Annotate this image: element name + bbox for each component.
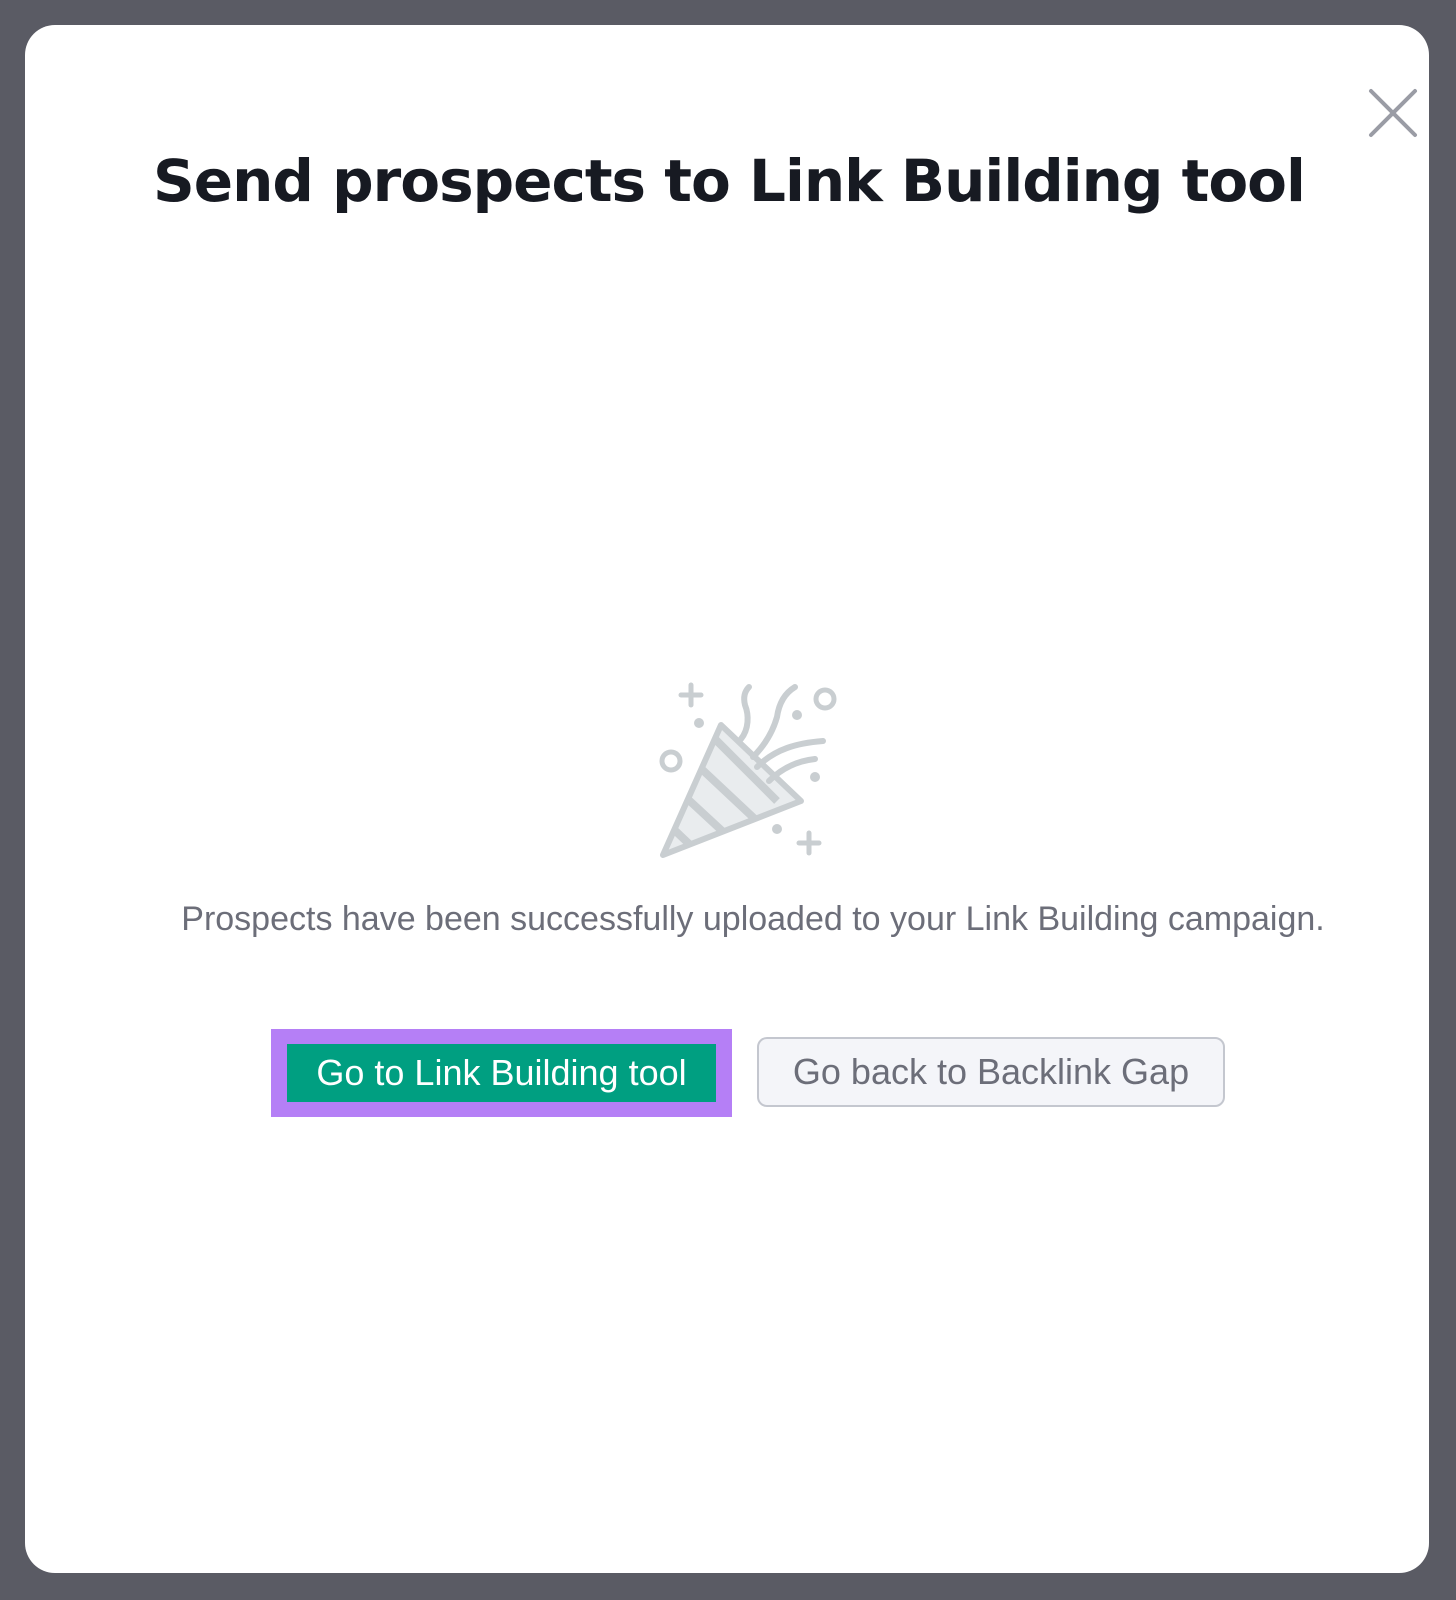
go-back-to-backlink-gap-button[interactable]: Go back to Backlink Gap (757, 1037, 1225, 1107)
dialog-title: Send prospects to Link Building tool (153, 147, 1306, 215)
dialog: Send prospects to Link Building tool Pro… (25, 25, 1429, 1573)
party-popper-icon (659, 682, 837, 858)
close-button[interactable] (1365, 85, 1421, 141)
success-message: Prospects have been successfully uploade… (181, 900, 1325, 938)
go-to-link-building-button[interactable]: Go to Link Building tool (287, 1044, 716, 1102)
close-icon (1369, 89, 1417, 137)
